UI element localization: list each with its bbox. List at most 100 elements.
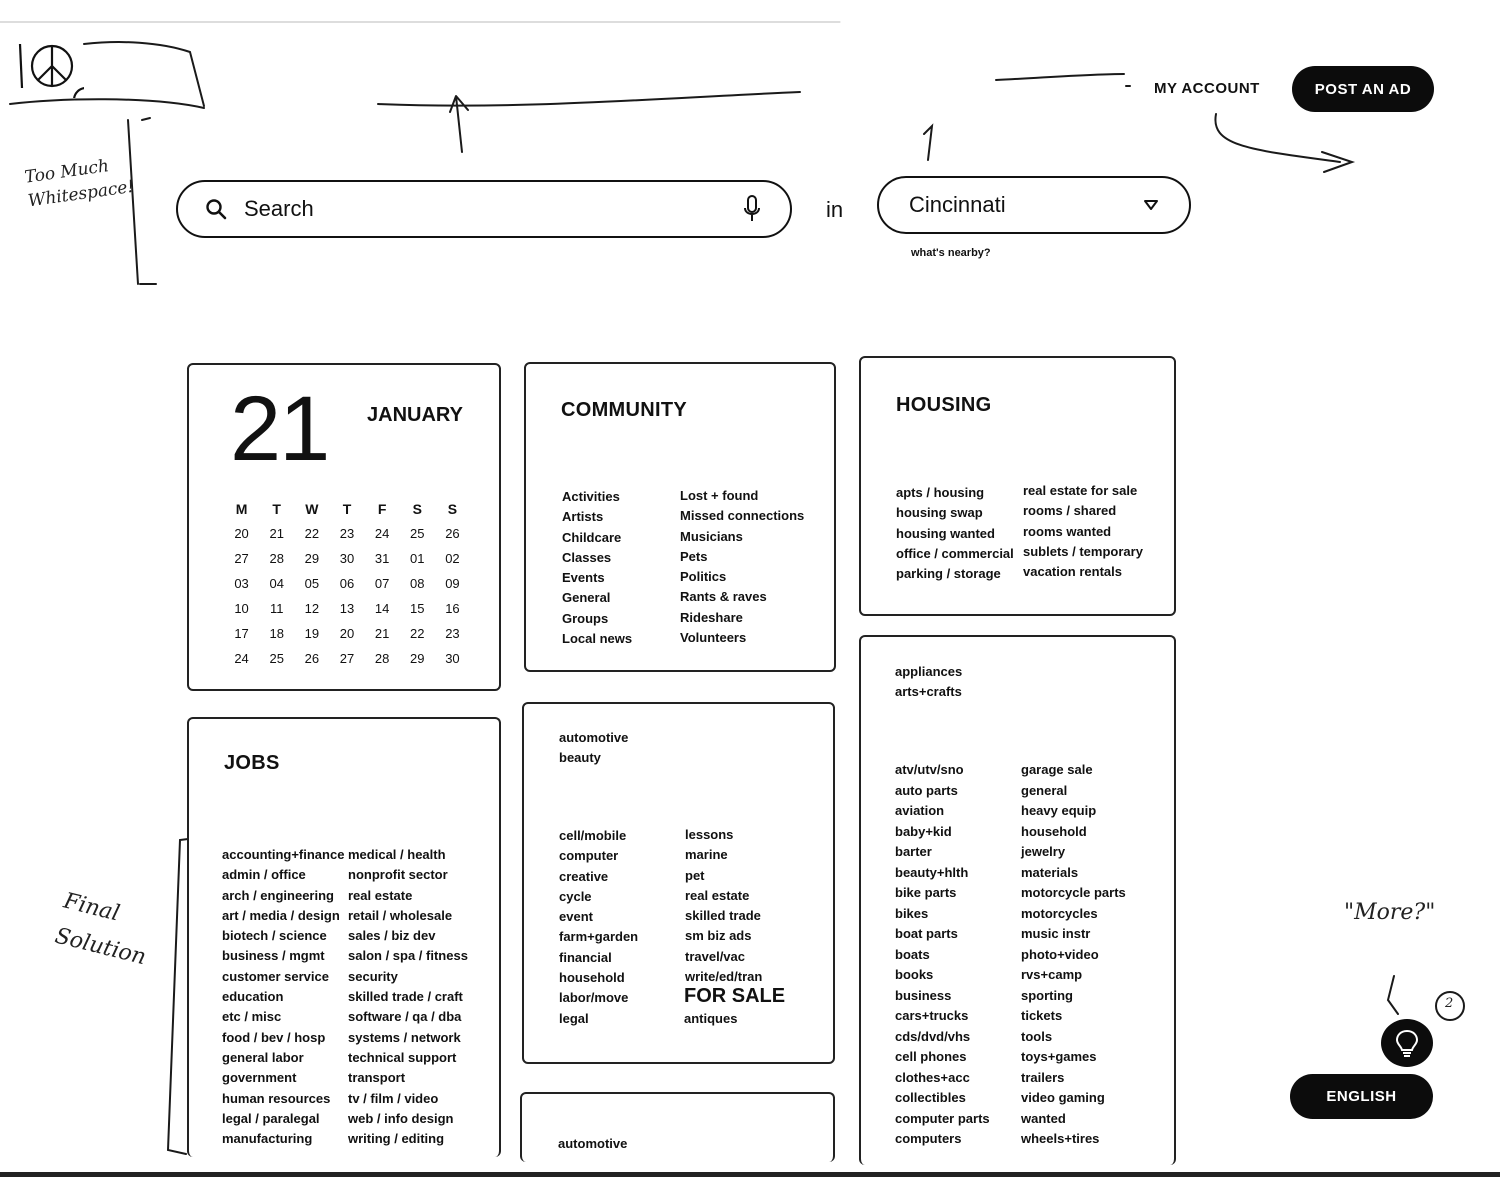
services-link[interactable]: sm biz ads: [685, 926, 762, 946]
calendar-date[interactable]: 15: [400, 596, 435, 621]
calendar-date[interactable]: 25: [400, 521, 435, 546]
for-sale-link[interactable]: tools: [1021, 1027, 1126, 1048]
jobs-link[interactable]: sales / biz dev: [348, 926, 468, 946]
community-link[interactable]: Events: [562, 568, 632, 588]
services-link[interactable]: computer: [559, 846, 638, 866]
calendar-date[interactable]: 16: [435, 596, 470, 621]
calendar-date[interactable]: 18: [259, 621, 294, 646]
calendar-date[interactable]: 06: [329, 571, 364, 596]
for-sale-link[interactable]: clothes+acc: [895, 1068, 990, 1089]
calendar-date[interactable]: 28: [259, 546, 294, 571]
jobs-link[interactable]: software / qa / dba: [348, 1007, 468, 1027]
for-sale-link[interactable]: bikes: [895, 904, 990, 925]
my-account-link[interactable]: MY ACCOUNT: [1154, 80, 1260, 97]
city-select[interactable]: Cincinnati: [877, 176, 1191, 234]
community-link[interactable]: Childcare: [562, 528, 632, 548]
jobs-link[interactable]: nonprofit sector: [348, 865, 468, 885]
calendar-date[interactable]: 11: [259, 596, 294, 621]
for-sale-link[interactable]: sporting: [1021, 986, 1126, 1007]
for-sale-link[interactable]: boats: [895, 945, 990, 966]
for-sale-link[interactable]: garage sale: [1021, 760, 1126, 781]
services-link[interactable]: automotive: [559, 728, 628, 748]
services-link[interactable]: legal: [559, 1009, 638, 1029]
calendar-date[interactable]: 21: [259, 521, 294, 546]
jobs-link[interactable]: systems / network: [348, 1028, 468, 1048]
for-sale-heading[interactable]: FOR SALE: [684, 985, 785, 1007]
services-link[interactable]: skilled trade: [685, 906, 762, 926]
services-link[interactable]: travel/vac: [685, 947, 762, 967]
antiques-link[interactable]: antiques: [684, 1009, 737, 1029]
for-sale-link[interactable]: photo+video: [1021, 945, 1126, 966]
for-sale-link[interactable]: computers: [895, 1129, 990, 1150]
for-sale-link[interactable]: books: [895, 965, 990, 986]
calendar-date[interactable]: 23: [329, 521, 364, 546]
for-sale-link[interactable]: arts+crafts: [895, 682, 962, 702]
bottom-card-item[interactable]: automotive: [558, 1134, 627, 1154]
search-input[interactable]: [242, 195, 742, 223]
services-link[interactable]: pet: [685, 866, 762, 886]
jobs-link[interactable]: web / info design: [348, 1109, 468, 1129]
for-sale-link[interactable]: music instr: [1021, 924, 1126, 945]
jobs-link[interactable]: general labor: [222, 1048, 344, 1068]
jobs-link[interactable]: human resources: [222, 1089, 344, 1109]
calendar-date[interactable]: 29: [294, 546, 329, 571]
community-link[interactable]: Rideshare: [680, 608, 804, 628]
for-sale-link[interactable]: atv/utv/sno: [895, 760, 990, 781]
for-sale-link[interactable]: cds/dvd/vhs: [895, 1027, 990, 1048]
calendar-date[interactable]: 13: [329, 596, 364, 621]
search-bar[interactable]: [176, 180, 792, 238]
community-link[interactable]: Activities: [562, 487, 632, 507]
jobs-link[interactable]: transport: [348, 1068, 468, 1088]
community-link[interactable]: Volunteers: [680, 628, 804, 648]
calendar-date[interactable]: 22: [400, 621, 435, 646]
for-sale-link[interactable]: toys+games: [1021, 1047, 1126, 1068]
calendar-date[interactable]: 29: [400, 646, 435, 671]
for-sale-link[interactable]: general: [1021, 781, 1126, 802]
community-link[interactable]: Musicians: [680, 527, 804, 547]
for-sale-link[interactable]: beauty+hlth: [895, 863, 990, 884]
help-button[interactable]: [1381, 1019, 1433, 1067]
calendar-date[interactable]: 20: [329, 621, 364, 646]
calendar-date[interactable]: 28: [365, 646, 400, 671]
jobs-link[interactable]: education: [222, 987, 344, 1007]
calendar-date[interactable]: 19: [294, 621, 329, 646]
community-link[interactable]: Pets: [680, 547, 804, 567]
calendar-date[interactable]: 03: [224, 571, 259, 596]
calendar-date[interactable]: 04: [259, 571, 294, 596]
services-link[interactable]: creative: [559, 867, 638, 887]
jobs-link[interactable]: food / bev / hosp: [222, 1028, 344, 1048]
for-sale-link[interactable]: auto parts: [895, 781, 990, 802]
community-title[interactable]: COMMUNITY: [561, 399, 687, 422]
services-link[interactable]: real estate: [685, 886, 762, 906]
jobs-link[interactable]: medical / health: [348, 845, 468, 865]
jobs-link[interactable]: skilled trade / craft: [348, 987, 468, 1007]
services-link[interactable]: event: [559, 907, 638, 927]
logo-icon[interactable]: [14, 38, 84, 98]
community-link[interactable]: Local news: [562, 629, 632, 649]
calendar-date[interactable]: 17: [224, 621, 259, 646]
jobs-link[interactable]: manufacturing: [222, 1129, 344, 1149]
calendar-date[interactable]: 10: [224, 596, 259, 621]
housing-link[interactable]: office / commercial: [896, 544, 1014, 564]
for-sale-link[interactable]: materials: [1021, 863, 1126, 884]
jobs-link[interactable]: accounting+finance: [222, 845, 344, 865]
services-link[interactable]: household: [559, 968, 638, 988]
calendar-date[interactable]: 01: [400, 546, 435, 571]
jobs-link[interactable]: biotech / science: [222, 926, 344, 946]
calendar-date[interactable]: 22: [294, 521, 329, 546]
calendar-date[interactable]: 12: [294, 596, 329, 621]
for-sale-link[interactable]: wheels+tires: [1021, 1129, 1126, 1150]
calendar-date[interactable]: 23: [435, 621, 470, 646]
services-link[interactable]: beauty: [559, 748, 628, 768]
for-sale-link[interactable]: boat parts: [895, 924, 990, 945]
jobs-link[interactable]: security: [348, 967, 468, 987]
housing-link[interactable]: apts / housing: [896, 483, 1014, 503]
calendar-date[interactable]: 24: [365, 521, 400, 546]
jobs-link[interactable]: tv / film / video: [348, 1089, 468, 1109]
services-link[interactable]: cycle: [559, 887, 638, 907]
calendar-date[interactable]: 24: [224, 646, 259, 671]
for-sale-link[interactable]: rvs+camp: [1021, 965, 1126, 986]
jobs-link[interactable]: art / media / design: [222, 906, 344, 926]
jobs-link[interactable]: retail / wholesale: [348, 906, 468, 926]
calendar-date[interactable]: 21: [365, 621, 400, 646]
